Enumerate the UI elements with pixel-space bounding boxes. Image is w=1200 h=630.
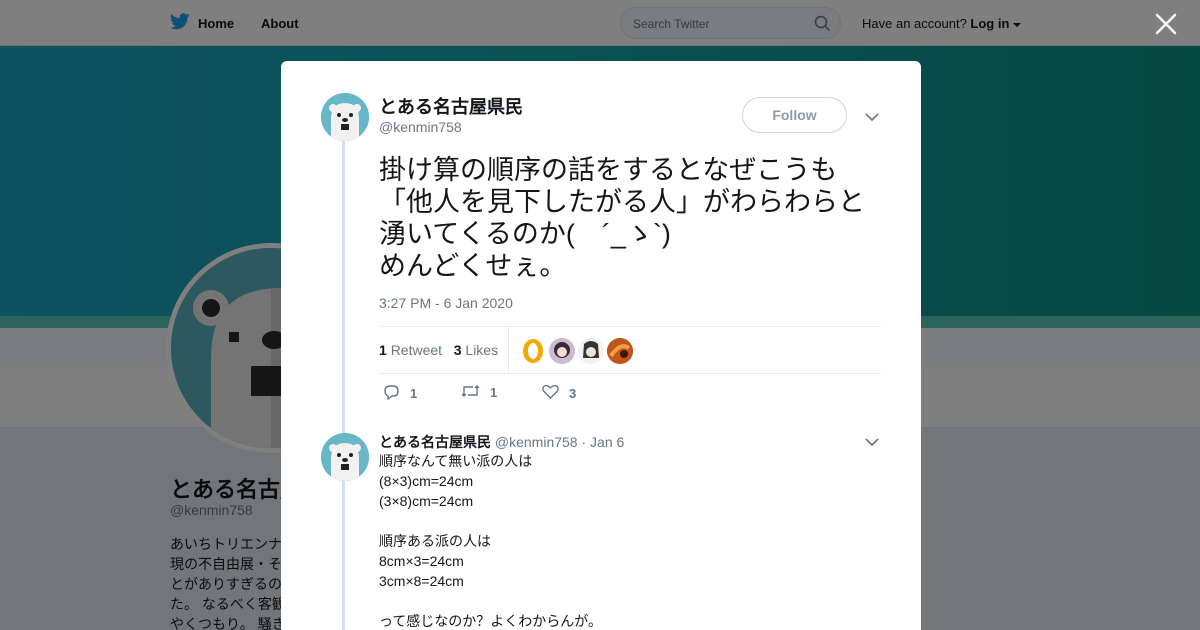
reply-author-name[interactable]: とある名古屋県民 [379,434,491,450]
like-action-count: 3 [569,385,577,401]
reply-text-line: (3×8)cm=24cm [379,493,474,509]
tweet-text: 掛け算の順序の話をするとなぜこうも 「他人を見下したがる人」がわらわらと 湧いて… [379,154,889,282]
retweet-count[interactable]: 1 [379,342,387,358]
retweet-action-count: 1 [490,385,498,400]
close-icon[interactable] [1154,12,1178,41]
reply-author-handle[interactable]: @kenmin758 [495,434,578,450]
reply-text-line: 8cm×3=24cm [379,553,464,569]
tweet-modal: とある名古屋県民 @kenmin758 Follow 掛け算の順序の話をするとな… [281,61,921,630]
tweet-text-line: 「他人を見下したがる人」がわらわらと [379,187,865,217]
stats-divider [508,327,509,374]
liker-avatar[interactable] [607,338,633,364]
liker-avatar[interactable] [578,338,604,364]
reply-text-line: 3cm×8=24cm [379,573,464,589]
heart-icon[interactable] [542,384,559,402]
reply-text: 順序なんて無い派の人は (8×3)cm=24cm (3×8)cm=24cm 順序… [379,451,602,630]
author-handle[interactable]: @kenmin758 [379,119,462,135]
liker-avatar[interactable] [520,338,546,364]
liker-avatar[interactable] [549,338,575,364]
reply-header: とある名古屋県民 @kenmin758 · Jan 6 [379,432,624,452]
tweet-text-line: 湧いてくるのか( ´_ゝ`) [379,219,671,249]
reply-text-line [379,511,602,531]
chevron-down-icon[interactable] [865,109,879,127]
reply-text-line: って感じなのか？よくわからんが。 [379,613,603,629]
tweet-text-line: めんどくせぇ。 [379,251,567,281]
retweet-label[interactable]: Retweet [391,342,442,358]
like-label[interactable]: Likes [465,342,498,358]
reply-text-line: 順序ある派の人は [379,533,491,549]
chevron-down-icon[interactable] [865,434,879,452]
stats-counts: 1 Retweet 3 Likes [379,342,498,358]
author-avatar[interactable] [321,93,369,141]
reply-author-avatar[interactable] [321,433,369,481]
retweet-icon[interactable] [461,384,480,401]
tweet-text-line: 掛け算の順序の話をするとなぜこうも [379,155,838,185]
reply-text-line: (8×3)cm=24cm [379,473,474,489]
reply-text-line [379,591,602,611]
like-action[interactable]: 3 [542,384,576,402]
tweet-stats: 1 Retweet 3 Likes [379,326,881,374]
reply-text-line: 順序なんて無い派の人は [379,453,533,469]
tweet-timestamp[interactable]: 3:27 PM - 6 Jan 2020 [379,295,513,311]
reply-action[interactable]: 1 [383,384,417,403]
author-name[interactable]: とある名古屋県民 [379,93,523,119]
follow-button[interactable]: Follow [742,97,847,133]
retweet-action[interactable]: 1 [461,384,497,401]
reply-date[interactable]: · Jan 6 [581,434,624,450]
reply-icon[interactable] [383,384,400,403]
thread-line [342,141,345,630]
like-count[interactable]: 3 [454,342,462,358]
reply-count: 1 [410,386,418,401]
